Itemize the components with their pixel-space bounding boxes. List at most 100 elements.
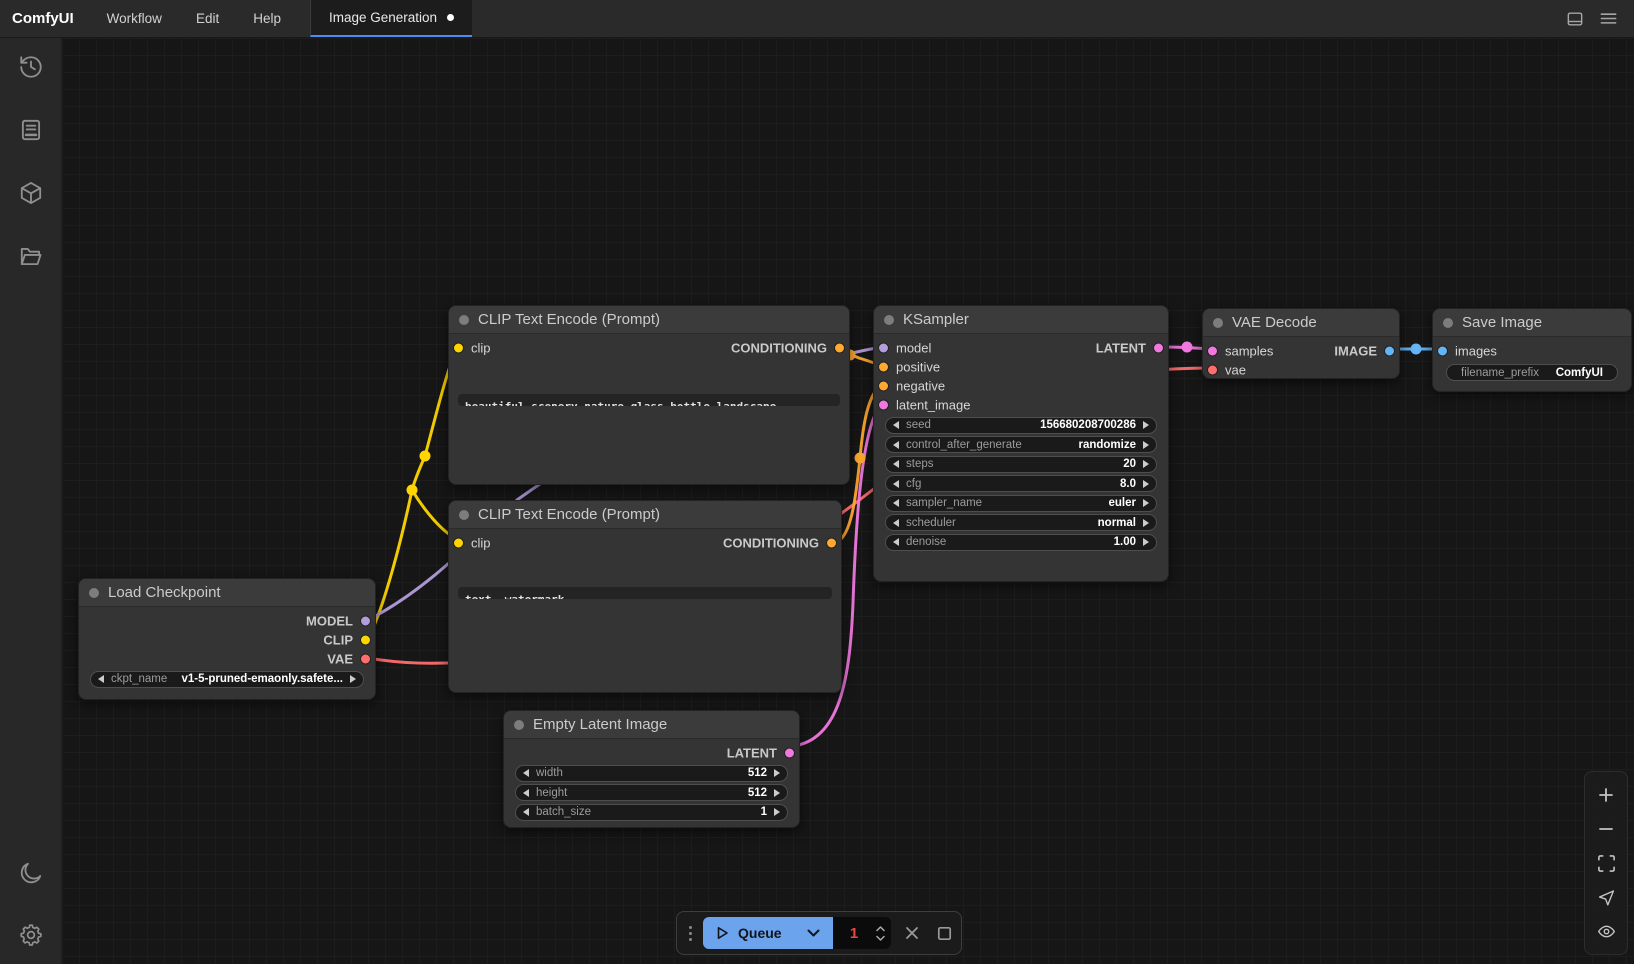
prev-arrow-icon[interactable]: [98, 675, 104, 683]
fit-view-button[interactable]: [1584, 847, 1628, 879]
negative-prompt-textarea[interactable]: text, watermark: [458, 587, 832, 599]
node-vae-decode[interactable]: VAE Decode samples IMAGE vae: [1202, 308, 1400, 379]
vae-input-slot[interactable]: vae: [1208, 362, 1246, 377]
negative-input-port[interactable]: [879, 381, 888, 390]
node-clip-text-encode-positive[interactable]: CLIP Text Encode (Prompt) clip CONDITION…: [448, 305, 850, 485]
node-ksampler[interactable]: KSampler model LATENT positive negative …: [873, 305, 1169, 582]
clip-input-slot[interactable]: clip: [454, 340, 491, 355]
link-dot-conditioning-neg[interactable]: [855, 453, 866, 464]
image-output-slot[interactable]: IMAGE: [1334, 343, 1394, 358]
seed-widget[interactable]: seed156680208700286: [885, 417, 1157, 434]
zoom-in-button[interactable]: [1584, 779, 1628, 811]
images-input-slot[interactable]: images: [1438, 343, 1497, 358]
vae-output-slot[interactable]: VAE: [327, 651, 370, 666]
latent-output-slot[interactable]: LATENT: [1096, 340, 1163, 355]
next-arrow-icon[interactable]: [1143, 441, 1149, 449]
model-input-port[interactable]: [879, 343, 888, 352]
height-widget[interactable]: height512: [515, 784, 788, 801]
node-title-bar[interactable]: Empty Latent Image: [504, 711, 799, 739]
queue-options-button[interactable]: [807, 929, 820, 937]
drag-handle[interactable]: [687, 926, 694, 941]
next-arrow-icon[interactable]: [774, 769, 780, 777]
node-save-image[interactable]: Save Image images filename_prefix ComfyU…: [1432, 308, 1632, 392]
node-graph-canvas[interactable]: Load Checkpoint MODEL CLIP VAE ckpt_name…: [62, 38, 1634, 964]
positive-input-slot[interactable]: positive: [879, 359, 940, 374]
model-input-slot[interactable]: model: [879, 340, 931, 355]
negative-input-slot[interactable]: negative: [879, 378, 945, 393]
control-after-generate-widget[interactable]: control_after_generaterandomize: [885, 436, 1157, 453]
latent-output-port[interactable]: [785, 748, 794, 757]
node-empty-latent-image[interactable]: Empty Latent Image LATENT width512 heigh…: [503, 710, 800, 828]
tab-image-generation[interactable]: Image Generation: [310, 0, 472, 37]
collapse-dot-icon[interactable]: [884, 315, 894, 325]
width-widget[interactable]: width512: [515, 765, 788, 782]
next-arrow-icon[interactable]: [774, 808, 780, 816]
collapse-dot-icon[interactable]: [89, 588, 99, 598]
conditioning-output-port[interactable]: [827, 538, 836, 547]
batch-count-input[interactable]: 1: [833, 917, 891, 949]
toggle-link-visibility-button[interactable]: [1584, 915, 1628, 947]
next-arrow-icon[interactable]: [774, 789, 780, 797]
link-dot-image[interactable]: [1411, 344, 1422, 355]
main-menu-button[interactable]: [1599, 9, 1618, 28]
stepper-up-icon[interactable]: [876, 926, 885, 932]
batch-size-widget[interactable]: batch_size1: [515, 804, 788, 821]
conditioning-output-slot[interactable]: CONDITIONING: [731, 340, 844, 355]
clip-output-port[interactable]: [361, 635, 370, 644]
prev-arrow-icon[interactable]: [893, 499, 899, 507]
clip-input-port[interactable]: [454, 538, 463, 547]
prev-arrow-icon[interactable]: [893, 538, 899, 546]
prev-arrow-icon[interactable]: [893, 441, 899, 449]
latent-output-slot[interactable]: LATENT: [727, 745, 794, 760]
settings-button[interactable]: [18, 922, 44, 948]
positive-input-port[interactable]: [879, 362, 888, 371]
filename-prefix-widget[interactable]: filename_prefix ComfyUI: [1446, 364, 1618, 381]
prev-arrow-icon[interactable]: [893, 460, 899, 468]
stop-button[interactable]: [933, 926, 956, 941]
node-library-button[interactable]: [18, 117, 44, 143]
collapse-dot-icon[interactable]: [1213, 318, 1223, 328]
latent-image-input-slot[interactable]: latent_image: [879, 397, 970, 412]
clip-input-slot[interactable]: clip: [454, 535, 491, 550]
next-arrow-icon[interactable]: [1143, 421, 1149, 429]
node-title-bar[interactable]: CLIP Text Encode (Prompt): [449, 501, 841, 529]
menu-item-edit[interactable]: Edit: [179, 0, 236, 37]
image-output-port[interactable]: [1385, 346, 1394, 355]
prev-arrow-icon[interactable]: [523, 769, 529, 777]
vae-input-port[interactable]: [1208, 365, 1217, 374]
theme-toggle-button[interactable]: [18, 860, 44, 886]
bottom-panel-toggle-button[interactable]: [1565, 9, 1585, 29]
prev-arrow-icon[interactable]: [523, 808, 529, 816]
next-arrow-icon[interactable]: [1143, 480, 1149, 488]
prev-arrow-icon[interactable]: [893, 421, 899, 429]
model-output-slot[interactable]: MODEL: [306, 613, 370, 628]
menu-item-help[interactable]: Help: [236, 0, 298, 37]
node-title-bar[interactable]: Load Checkpoint: [79, 579, 375, 607]
images-input-port[interactable]: [1438, 346, 1447, 355]
next-arrow-icon[interactable]: [1143, 519, 1149, 527]
vae-output-port[interactable]: [361, 654, 370, 663]
prev-arrow-icon[interactable]: [893, 480, 899, 488]
model-library-button[interactable]: [18, 180, 44, 206]
next-arrow-icon[interactable]: [1143, 460, 1149, 468]
zoom-out-button[interactable]: [1584, 813, 1628, 845]
latent-image-input-port[interactable]: [879, 400, 888, 409]
next-arrow-icon[interactable]: [350, 675, 356, 683]
cancel-run-button[interactable]: [900, 925, 924, 941]
node-title-bar[interactable]: VAE Decode: [1203, 309, 1399, 337]
batch-count-stepper[interactable]: [876, 926, 891, 941]
link-dot-clip-1[interactable]: [407, 485, 418, 496]
select-mode-button[interactable]: [1584, 881, 1628, 913]
conditioning-output-slot[interactable]: CONDITIONING: [723, 535, 836, 550]
node-title-bar[interactable]: Save Image: [1433, 309, 1631, 337]
workflows-button[interactable]: [18, 243, 44, 269]
denoise-widget[interactable]: denoise1.00: [885, 534, 1157, 551]
collapse-dot-icon[interactable]: [1443, 318, 1453, 328]
steps-widget[interactable]: steps20: [885, 456, 1157, 473]
cfg-widget[interactable]: cfg8.0: [885, 475, 1157, 492]
clip-input-port[interactable]: [454, 343, 463, 352]
positive-prompt-textarea[interactable]: beautiful scenery nature glass bottle la…: [458, 394, 840, 406]
menu-item-workflow[interactable]: Workflow: [90, 0, 179, 37]
conditioning-output-port[interactable]: [835, 343, 844, 352]
node-title-bar[interactable]: KSampler: [874, 306, 1168, 334]
